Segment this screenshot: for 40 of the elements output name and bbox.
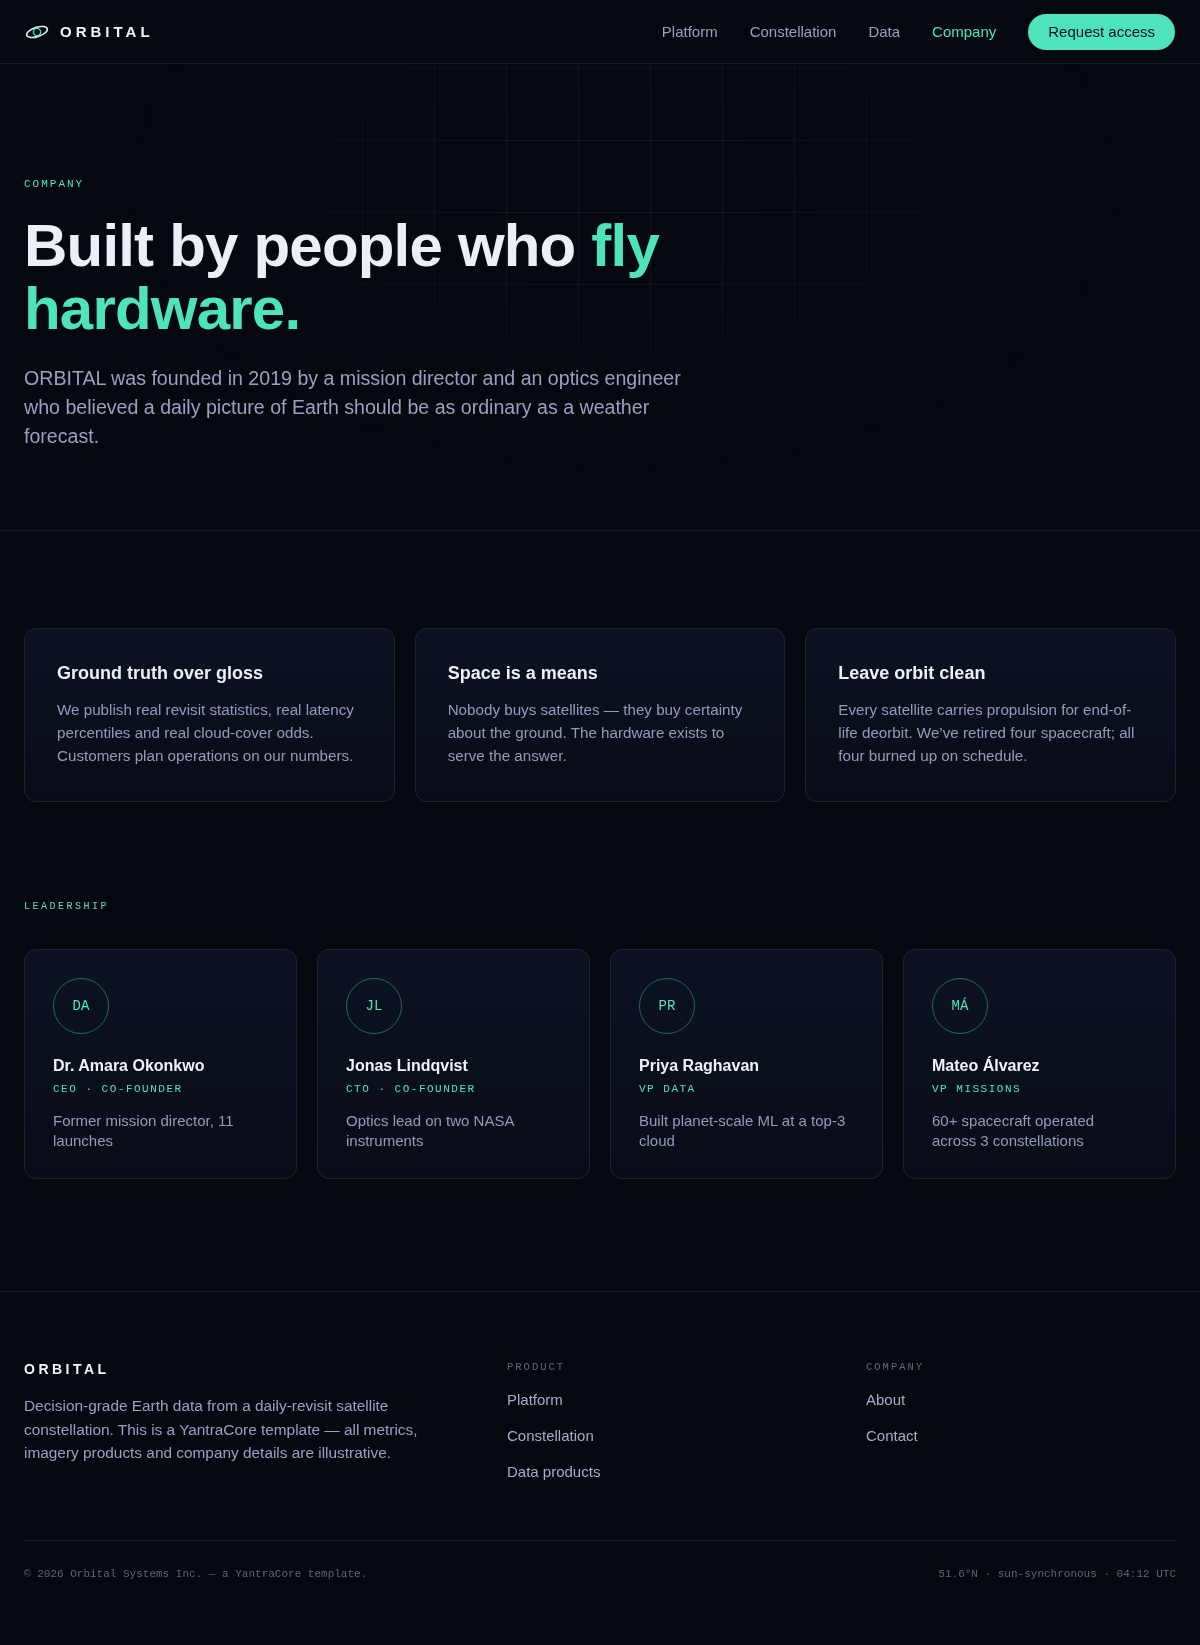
leader-role: VP MISSIONS — [932, 1082, 1023, 1096]
footer-description: Decision-grade Earth data from a daily-revisit satellite constellation. This is a YantraCore template — all metrics, imagery products and company details are illustrative. — [24, 1396, 419, 1463]
footer-link[interactable]: Platform — [507, 1390, 563, 1410]
leader-name: Priya Raghavan — [639, 1056, 761, 1076]
leader-bio: Built planet-scale ML at a top-3 cloud — [639, 1111, 847, 1151]
footer-link[interactable]: Data products — [507, 1462, 601, 1482]
footer-link[interactable]: Constellation — [507, 1426, 594, 1446]
leader-name: Mateo Álvarez — [932, 1055, 1041, 1076]
footer-column-heading: PRODUCT — [507, 1360, 566, 1374]
orbit-info-text: 51.6°N · sun-synchronous · 04:12 UTC — [938, 1567, 1176, 1581]
footer-logo: ORBITAL — [24, 1360, 111, 1378]
value-title: Leave orbit clean — [838, 662, 987, 685]
leader-bio: 60+ spacecraft operated across 3 constellations — [932, 1111, 1096, 1151]
value-title: Ground truth over gloss — [57, 662, 264, 685]
value-description: Every satellite carries propulsion for end-of-life deorbit. We’ve retired four spacecraft; all four burned up on schedule. — [838, 700, 1136, 766]
footer-link[interactable]: Contact — [866, 1426, 918, 1446]
leader-name: Jonas Lindqvist — [346, 1056, 469, 1076]
footer-column-heading: COMPANY — [866, 1360, 925, 1374]
request-access-button[interactable]: Request access — [1028, 13, 1175, 50]
nav-link[interactable]: Company — [932, 23, 997, 40]
leader-role: CEO · CO-FOUNDER — [53, 1082, 184, 1096]
planet-icon — [25, 24, 49, 39]
hero-heading: Built by people who fly hardware. — [24, 214, 661, 340]
copyright-text: © 2026 Orbital Systems Inc. — a YantraCore template. — [24, 1567, 368, 1581]
leader-role: CTO · CO-FOUNDER — [346, 1082, 477, 1096]
value-description: We publish real revisit statistics, real latency percentiles and real cloud-cover odds. Customers plan operations on our numbers. — [57, 700, 355, 766]
leader-bio: Optics lead on two NASA instruments — [346, 1111, 516, 1151]
section-eyebrow: COMPANY — [24, 177, 86, 191]
hero-intro: ORBITAL was founded in 2019 by a mission director and an optics engineer who believed a daily picture of Earth should be as ordinary as a weather forecast. — [24, 366, 682, 449]
section-eyebrow: LEADERSHIP — [24, 900, 110, 914]
value-description: Nobody buys satellites — they buy certainty about the ground. The hardware exists to serve the answer. — [447, 700, 744, 766]
nav-link[interactable]: Platform — [661, 23, 718, 40]
nav-link[interactable]: Data — [868, 23, 901, 40]
value-title: Space is a means — [447, 662, 599, 685]
leader-role: VP DATA — [639, 1082, 697, 1096]
logo-wordmark[interactable]: ORBITAL — [60, 23, 154, 40]
leader-bio: Former mission director, 11 launches — [53, 1111, 235, 1151]
leader-name: Dr. Amara Okonkwo — [53, 1056, 206, 1076]
nav-link[interactable]: Constellation — [749, 23, 837, 40]
footer-link[interactable]: About — [866, 1390, 906, 1410]
